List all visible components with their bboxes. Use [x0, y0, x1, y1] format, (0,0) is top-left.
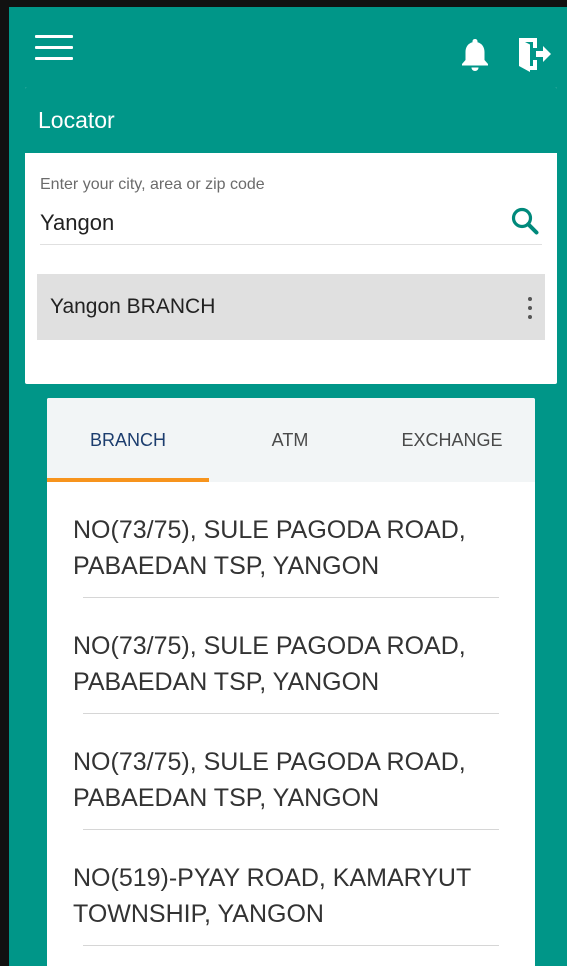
- app-screen: Locator Enter your city, area or zip cod…: [9, 7, 567, 966]
- branch-address: NO(73/75), SULE PAGODA ROAD, PABAEDAN TS…: [73, 748, 466, 812]
- branch-address: NO(73/75), SULE PAGODA ROAD, PABAEDAN TS…: [73, 516, 466, 580]
- search-field: Enter your city, area or zip code: [40, 172, 542, 245]
- suggestion-label: Yangon BRANCH: [50, 295, 216, 318]
- tab-exchange[interactable]: EXCHANGE: [371, 398, 533, 482]
- bell-icon[interactable]: [459, 37, 491, 73]
- search-label: Enter your city, area or zip code: [40, 176, 265, 193]
- branch-address: NO(73/75), SULE PAGODA ROAD, PABAEDAN TS…: [73, 632, 466, 696]
- tab-atm[interactable]: ATM: [209, 398, 371, 482]
- results-card: BRANCH ATM EXCHANGE NO(73/75), SULE PAGO…: [47, 398, 535, 966]
- tab-branch[interactable]: BRANCH: [47, 398, 209, 482]
- tab-bar: BRANCH ATM EXCHANGE: [47, 398, 535, 482]
- list-item[interactable]: NO(73/75), SULE PAGODA ROAD, PABAEDAN TS…: [47, 598, 535, 714]
- branch-list: NO(73/75), SULE PAGODA ROAD, PABAEDAN TS…: [47, 482, 535, 946]
- more-vertical-icon[interactable]: [523, 294, 537, 322]
- app-bar: [9, 7, 567, 87]
- locator-card: Locator Enter your city, area or zip cod…: [25, 87, 557, 384]
- list-item[interactable]: NO(73/75), SULE PAGODA ROAD, PABAEDAN TS…: [47, 482, 535, 598]
- locator-title: Locator: [25, 87, 557, 153]
- search-input[interactable]: [40, 208, 480, 238]
- branch-address: NO(519)-PYAY ROAD, KAMARYUT TOWNSHIP, YA…: [73, 864, 471, 928]
- logout-icon[interactable]: [517, 35, 553, 73]
- suggestion-item[interactable]: Yangon BRANCH: [37, 274, 545, 340]
- hamburger-menu-icon[interactable]: [35, 35, 73, 61]
- divider: [83, 945, 499, 946]
- list-item[interactable]: NO(73/75), SULE PAGODA ROAD, PABAEDAN TS…: [47, 714, 535, 830]
- search-icon[interactable]: [510, 206, 540, 236]
- list-item[interactable]: NO(519)-PYAY ROAD, KAMARYUT TOWNSHIP, YA…: [47, 830, 535, 946]
